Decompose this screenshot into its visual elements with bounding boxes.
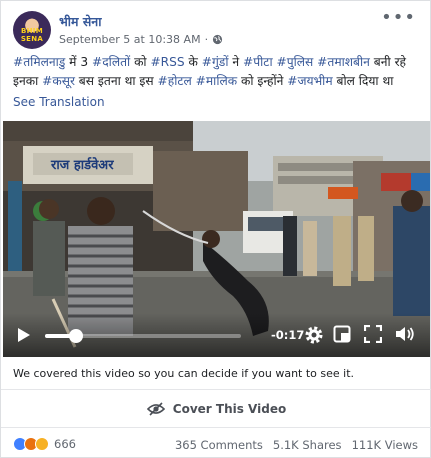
- post-text: #तमिलनाडु में 3 #दलितों को #RSS के #गुंड…: [13, 53, 423, 91]
- post-meta: September 5 at 10:38 AM ·: [59, 33, 223, 46]
- cover-video-label: Cover This Video: [172, 401, 287, 416]
- post-text-segment: बोल दिया था: [332, 74, 394, 88]
- shares-count[interactable]: 5.1K Shares: [273, 438, 342, 452]
- post-text-segment: में 3: [65, 55, 92, 69]
- post-text-segment: ने: [228, 55, 244, 69]
- time-remaining: -0:17: [271, 328, 305, 342]
- views-count: 111K Views: [351, 438, 418, 452]
- sad-icon: [35, 437, 49, 451]
- cover-video-button[interactable]: Cover This Video: [1, 390, 431, 427]
- author-name[interactable]: भीम सेना: [59, 13, 101, 30]
- reactions-summary[interactable]: 666: [13, 437, 76, 451]
- post-text-segment: को: [130, 55, 151, 69]
- hashtag-link[interactable]: #दलितों: [92, 55, 130, 69]
- hashtag-link[interactable]: #पुलिस: [276, 55, 313, 69]
- cover-note: We covered this video so you can decide …: [13, 367, 355, 380]
- eye-slash-icon: [146, 401, 165, 416]
- hashtag-link[interactable]: #कसूर: [42, 74, 75, 88]
- volume-icon[interactable]: [395, 325, 415, 343]
- globe-icon: [212, 34, 223, 45]
- play-icon[interactable]: [17, 327, 31, 343]
- video-player[interactable]: राज हार्डवेअर -0:17: [3, 121, 430, 357]
- settings-icon[interactable]: [304, 325, 324, 345]
- video-progress-bar[interactable]: [45, 329, 241, 343]
- divider: [1, 427, 431, 428]
- post-timestamp[interactable]: September 5 at 10:38 AM: [59, 33, 201, 46]
- hashtag-link[interactable]: #RSS: [150, 55, 184, 69]
- fullscreen-icon[interactable]: [364, 325, 382, 343]
- reaction-count: 666: [54, 437, 76, 451]
- post-text-segment: के: [184, 55, 202, 69]
- avatar[interactable]: BHIM SENA: [13, 11, 51, 49]
- hashtag-link[interactable]: #गुंडों: [202, 55, 229, 69]
- post-text-segment: को इन्होंने: [237, 74, 288, 88]
- more-options-icon[interactable]: •••: [381, 9, 416, 27]
- facebook-post: BHIM SENA भीम सेना September 5 at 10:38 …: [0, 0, 431, 458]
- hashtag-link[interactable]: #मालिक: [196, 74, 237, 88]
- hashtag-link[interactable]: #जयभीम: [287, 74, 332, 88]
- engagement-stats: 365 Comments 5.1K Shares 111K Views: [175, 438, 418, 452]
- picture-in-picture-icon[interactable]: [333, 325, 351, 343]
- post-text-segment: बस इतना था इस: [74, 74, 158, 88]
- hashtag-link[interactable]: #तमिलनाडु: [13, 55, 65, 69]
- hashtag-link[interactable]: #पीटा: [243, 55, 273, 69]
- see-translation-link[interactable]: See Translation: [13, 95, 105, 109]
- comments-count[interactable]: 365 Comments: [175, 438, 263, 452]
- hashtag-link[interactable]: #होटल: [158, 74, 192, 88]
- shop-sign-text: राज हार्डवेअर: [50, 157, 114, 173]
- avatar-logo-text: BHIM SENA: [20, 27, 44, 43]
- hashtag-link[interactable]: #तमाशबीन: [317, 55, 370, 69]
